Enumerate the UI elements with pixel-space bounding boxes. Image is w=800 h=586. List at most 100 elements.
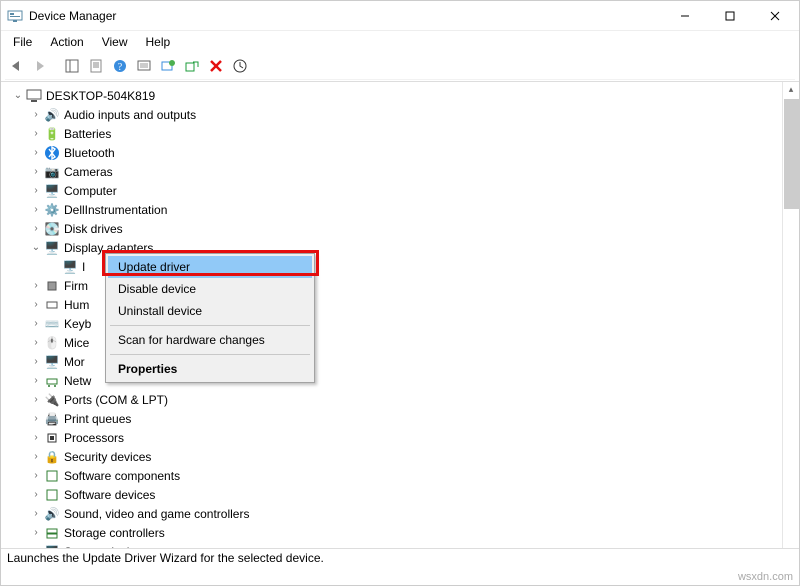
context-menu: Update driver Disable device Uninstall d… [105, 253, 315, 383]
menu-file[interactable]: File [5, 33, 40, 51]
watermark: wsxdn.com [738, 571, 793, 583]
expand-icon[interactable]: › [29, 147, 43, 158]
tree-node-software-components[interactable]: › Software components [11, 466, 797, 485]
expand-icon[interactable]: › [29, 356, 43, 367]
network-icon [43, 373, 61, 389]
expand-icon[interactable]: › [29, 166, 43, 177]
minimize-button[interactable] [662, 1, 707, 30]
collapse-icon[interactable]: ⌄ [29, 242, 43, 253]
titlebar: Device Manager [1, 1, 799, 31]
svg-text:?: ? [118, 62, 123, 73]
tree-node-processors[interactable]: › Processors [11, 428, 797, 447]
printer-icon: 🖨️ [43, 411, 61, 427]
component-icon [43, 468, 61, 484]
chip-icon [43, 278, 61, 294]
gear-icon: ⚙️ [43, 202, 61, 218]
tree-node-software-devices[interactable]: › Software devices [11, 485, 797, 504]
port-icon: 🔌 [43, 392, 61, 408]
scroll-up-icon[interactable]: ▴ [789, 82, 794, 97]
tree-node-storage-controllers[interactable]: › Storage controllers [11, 523, 797, 542]
tree-node-sound-video-game[interactable]: › 🔊 Sound, video and game controllers [11, 504, 797, 523]
expand-icon[interactable]: › [29, 299, 43, 310]
keyboard-icon: ⌨️ [43, 316, 61, 332]
collapse-icon[interactable]: ⌄ [11, 90, 25, 101]
uninstall-device-icon[interactable] [181, 55, 203, 77]
disk-icon: 💽 [43, 221, 61, 237]
tree-node-disk-drives[interactable]: › 💽 Disk drives [11, 219, 797, 238]
expand-icon[interactable]: › [29, 394, 43, 405]
tree-node-security[interactable]: › 🔒 Security devices [11, 447, 797, 466]
update-driver-icon[interactable] [157, 55, 179, 77]
hid-icon [43, 297, 61, 313]
context-menu-scan-hardware[interactable]: Scan for hardware changes [108, 329, 312, 351]
menu-action[interactable]: Action [42, 33, 91, 51]
context-menu-uninstall-device[interactable]: Uninstall device [108, 300, 312, 322]
storage-icon [43, 525, 61, 541]
context-menu-properties[interactable]: Properties [108, 358, 312, 380]
menu-help[interactable]: Help [138, 33, 179, 51]
enable-device-icon[interactable] [229, 55, 251, 77]
tree-node-dellinstrumentation[interactable]: › ⚙️ DellInstrumentation [11, 200, 797, 219]
expand-icon[interactable]: › [29, 337, 43, 348]
desktop-icon: 🖥️ [43, 183, 61, 199]
camera-icon: 📷 [43, 164, 61, 180]
menu-view[interactable]: View [94, 33, 136, 51]
forward-button[interactable] [29, 55, 51, 77]
maximize-button[interactable] [707, 1, 752, 30]
app-icon [7, 8, 23, 24]
cpu-icon [43, 430, 61, 446]
help-icon[interactable]: ? [109, 55, 131, 77]
scroll-thumb[interactable] [784, 99, 799, 209]
expand-icon[interactable]: › [29, 451, 43, 462]
tree-node-bluetooth[interactable]: › Bluetooth [11, 143, 797, 162]
expand-icon[interactable]: › [29, 223, 43, 234]
computer-icon [25, 88, 43, 104]
bluetooth-icon [43, 145, 61, 161]
tree-node-cameras[interactable]: › 📷 Cameras [11, 162, 797, 181]
expand-icon[interactable]: › [29, 128, 43, 139]
speaker-icon: 🔊 [43, 107, 61, 123]
expand-icon[interactable]: › [29, 280, 43, 291]
status-text: Launches the Update Driver Wizard for th… [7, 551, 324, 565]
tree-root[interactable]: ⌄ DESKTOP-504K819 [11, 86, 797, 105]
expand-icon[interactable]: › [29, 413, 43, 424]
separator [110, 354, 310, 355]
mouse-icon: 🖱️ [43, 335, 61, 351]
tree-node-audio[interactable]: › 🔊 Audio inputs and outputs [11, 105, 797, 124]
expand-icon[interactable]: › [29, 318, 43, 329]
expand-icon[interactable]: › [29, 432, 43, 443]
speaker-icon: 🔊 [43, 506, 61, 522]
expand-icon[interactable]: › [29, 204, 43, 215]
expand-icon[interactable]: › [29, 185, 43, 196]
window-title: Device Manager [29, 9, 662, 23]
tree-node-computer[interactable]: › 🖥️ Computer [11, 181, 797, 200]
scrollbar[interactable]: ▴ ▾ [782, 82, 799, 565]
display-icon: 🖥️ [61, 259, 79, 275]
toolbar: ? [1, 53, 799, 82]
show-hide-console-tree-icon[interactable] [61, 55, 83, 77]
expand-icon[interactable]: › [29, 109, 43, 120]
tree-root-label: DESKTOP-504K819 [45, 89, 155, 103]
close-button[interactable] [752, 1, 797, 30]
context-menu-disable-device[interactable]: Disable device [108, 278, 312, 300]
disable-device-icon[interactable] [205, 55, 227, 77]
tree-node-batteries[interactable]: › 🔋 Batteries [11, 124, 797, 143]
expand-icon[interactable]: › [29, 375, 43, 386]
properties-icon[interactable] [85, 55, 107, 77]
software-icon [43, 487, 61, 503]
context-menu-update-driver[interactable]: Update driver [108, 256, 312, 278]
expand-icon[interactable]: › [29, 470, 43, 481]
back-button[interactable] [5, 55, 27, 77]
scan-hardware-icon[interactable] [133, 55, 155, 77]
menubar: File Action View Help [1, 31, 799, 53]
tree-node-ports[interactable]: › 🔌 Ports (COM & LPT) [11, 390, 797, 409]
expand-icon[interactable]: › [29, 489, 43, 500]
window-controls [662, 1, 797, 30]
device-tree[interactable]: ⌄ DESKTOP-504K819 › 🔊 Audio inputs and o… [1, 82, 799, 565]
separator [110, 325, 310, 326]
monitor-icon: 🖥️ [43, 354, 61, 370]
expand-icon[interactable]: › [29, 508, 43, 519]
expand-icon[interactable]: › [29, 527, 43, 538]
tree-node-print-queues[interactable]: › 🖨️ Print queues [11, 409, 797, 428]
display-icon: 🖥️ [43, 240, 61, 256]
